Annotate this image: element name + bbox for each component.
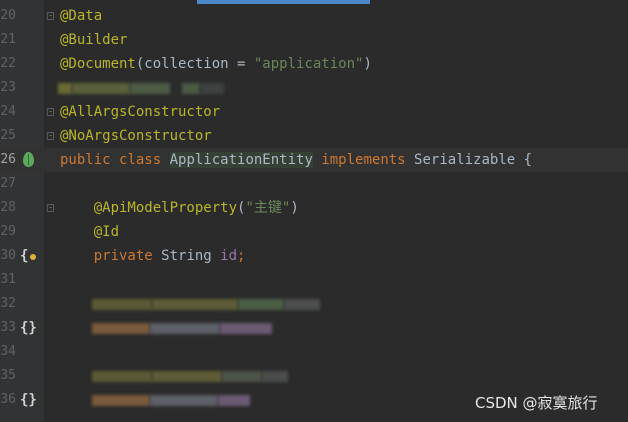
- code-line[interactable]: 25 @NoArgsConstructor: [0, 124, 628, 148]
- code-token: public: [60, 152, 120, 168]
- code-token: @NoArgsConstructor: [60, 128, 212, 144]
- code-line[interactable]: 29 @Id: [0, 220, 628, 244]
- code-line[interactable]: 24 @AllArgsConstructor: [0, 100, 628, 124]
- line-number: 34: [0, 344, 16, 359]
- code-line[interactable]: 26 public class ApplicationEntity impleme…: [0, 148, 628, 172]
- line-number: 23: [0, 80, 16, 95]
- code-token: @Id: [93, 224, 120, 240]
- fold-toggle-icon[interactable]: [47, 132, 54, 140]
- line-number: 27: [0, 176, 16, 191]
- code-text[interactable]: @ApiModelProperty("主键"): [60, 199, 299, 217]
- line-number: 20: [0, 8, 16, 23]
- redacted-code: [182, 83, 200, 94]
- code-text[interactable]: @NoArgsConstructor: [60, 127, 212, 145]
- line-number: 30: [0, 248, 16, 263]
- fold-toggle-icon[interactable]: [47, 12, 54, 20]
- code-token: ;: [237, 248, 246, 264]
- key-icon: [30, 254, 36, 260]
- redacted-code: [72, 83, 130, 94]
- code-line[interactable]: 34: [0, 340, 628, 364]
- code-line[interactable]: 30{ private String id;: [0, 244, 628, 268]
- redacted-code: [130, 83, 170, 94]
- redacted-code: [284, 299, 320, 310]
- structure-icon[interactable]: {}: [20, 391, 38, 409]
- code-text[interactable]: @Id: [60, 223, 119, 241]
- redacted-code: [220, 323, 272, 334]
- redacted-code: [222, 371, 262, 382]
- code-text[interactable]: @Builder: [60, 31, 127, 49]
- code-text[interactable]: @Data: [60, 7, 102, 25]
- line-number: 29: [0, 224, 16, 239]
- code-token: class: [119, 152, 170, 168]
- line-number: 26: [0, 152, 16, 167]
- redacted-code: [150, 395, 218, 406]
- code-line[interactable]: 31: [0, 268, 628, 292]
- code-line[interactable]: 22 @Document(collection = "application"): [0, 52, 628, 76]
- code-token: ): [363, 56, 372, 72]
- fold-toggle-icon[interactable]: [47, 108, 54, 116]
- code-token: implements: [312, 152, 415, 168]
- code-token: "application": [253, 56, 364, 72]
- code-token: "主键": [245, 200, 291, 216]
- watermark: CSDN @寂寞旅行: [475, 394, 598, 412]
- code-line[interactable]: 33 {}: [0, 316, 628, 340]
- redacted-code: [200, 83, 224, 94]
- code-line[interactable]: 23: [0, 76, 628, 100]
- redacted-code: [92, 323, 150, 334]
- redacted-code: [238, 299, 284, 310]
- line-number: 35: [0, 368, 16, 383]
- code-line[interactable]: 35: [0, 364, 628, 388]
- code-line[interactable]: 20 @Data: [0, 4, 628, 28]
- line-number: 28: [0, 200, 16, 215]
- code-line[interactable]: 32: [0, 292, 628, 316]
- redacted-code: [58, 83, 72, 94]
- line-number: 36: [0, 392, 16, 407]
- line-number: 24: [0, 104, 16, 119]
- fold-toggle-icon[interactable]: [47, 204, 54, 212]
- structure-icon[interactable]: {}: [20, 319, 38, 337]
- code-token: (collection =: [135, 56, 254, 72]
- code-token: @Builder: [60, 32, 128, 48]
- code-text[interactable]: @AllArgsConstructor: [60, 103, 220, 121]
- redacted-code: [150, 323, 220, 334]
- code-token: ): [290, 200, 299, 216]
- redacted-code: [92, 395, 150, 406]
- code-token: private: [93, 248, 162, 264]
- line-number: 25: [0, 128, 16, 143]
- line-number: 22: [0, 56, 16, 71]
- code-text[interactable]: public class ApplicationEntity implement…: [60, 151, 532, 169]
- code-line[interactable]: 21 @Builder: [0, 28, 628, 52]
- code-token: id: [220, 248, 238, 264]
- redacted-code: [92, 371, 152, 382]
- spring-bean-icon[interactable]: [23, 152, 34, 167]
- code-line[interactable]: 27: [0, 172, 628, 196]
- redacted-code: [152, 371, 222, 382]
- redacted-code: [262, 371, 288, 382]
- code-line[interactable]: 28 @ApiModelProperty("主键"): [0, 196, 628, 220]
- code-text[interactable]: @Document(collection = "application"): [60, 55, 372, 73]
- redacted-code: [218, 395, 250, 406]
- code-token: Serializable {: [414, 152, 533, 168]
- line-number: 33: [0, 320, 16, 335]
- line-number: 31: [0, 272, 16, 287]
- code-token: String: [161, 248, 221, 264]
- redacted-code: [92, 299, 152, 310]
- code-token: @Document: [60, 56, 136, 72]
- code-token: @ApiModelProperty: [93, 200, 238, 216]
- line-number: 21: [0, 32, 16, 47]
- redacted-code: [152, 299, 238, 310]
- code-token: @AllArgsConstructor: [60, 104, 221, 120]
- code-text[interactable]: private String id;: [60, 247, 246, 265]
- code-token: @Data: [60, 8, 103, 24]
- code-token: ApplicationEntity: [169, 152, 313, 168]
- line-number: 32: [0, 296, 16, 311]
